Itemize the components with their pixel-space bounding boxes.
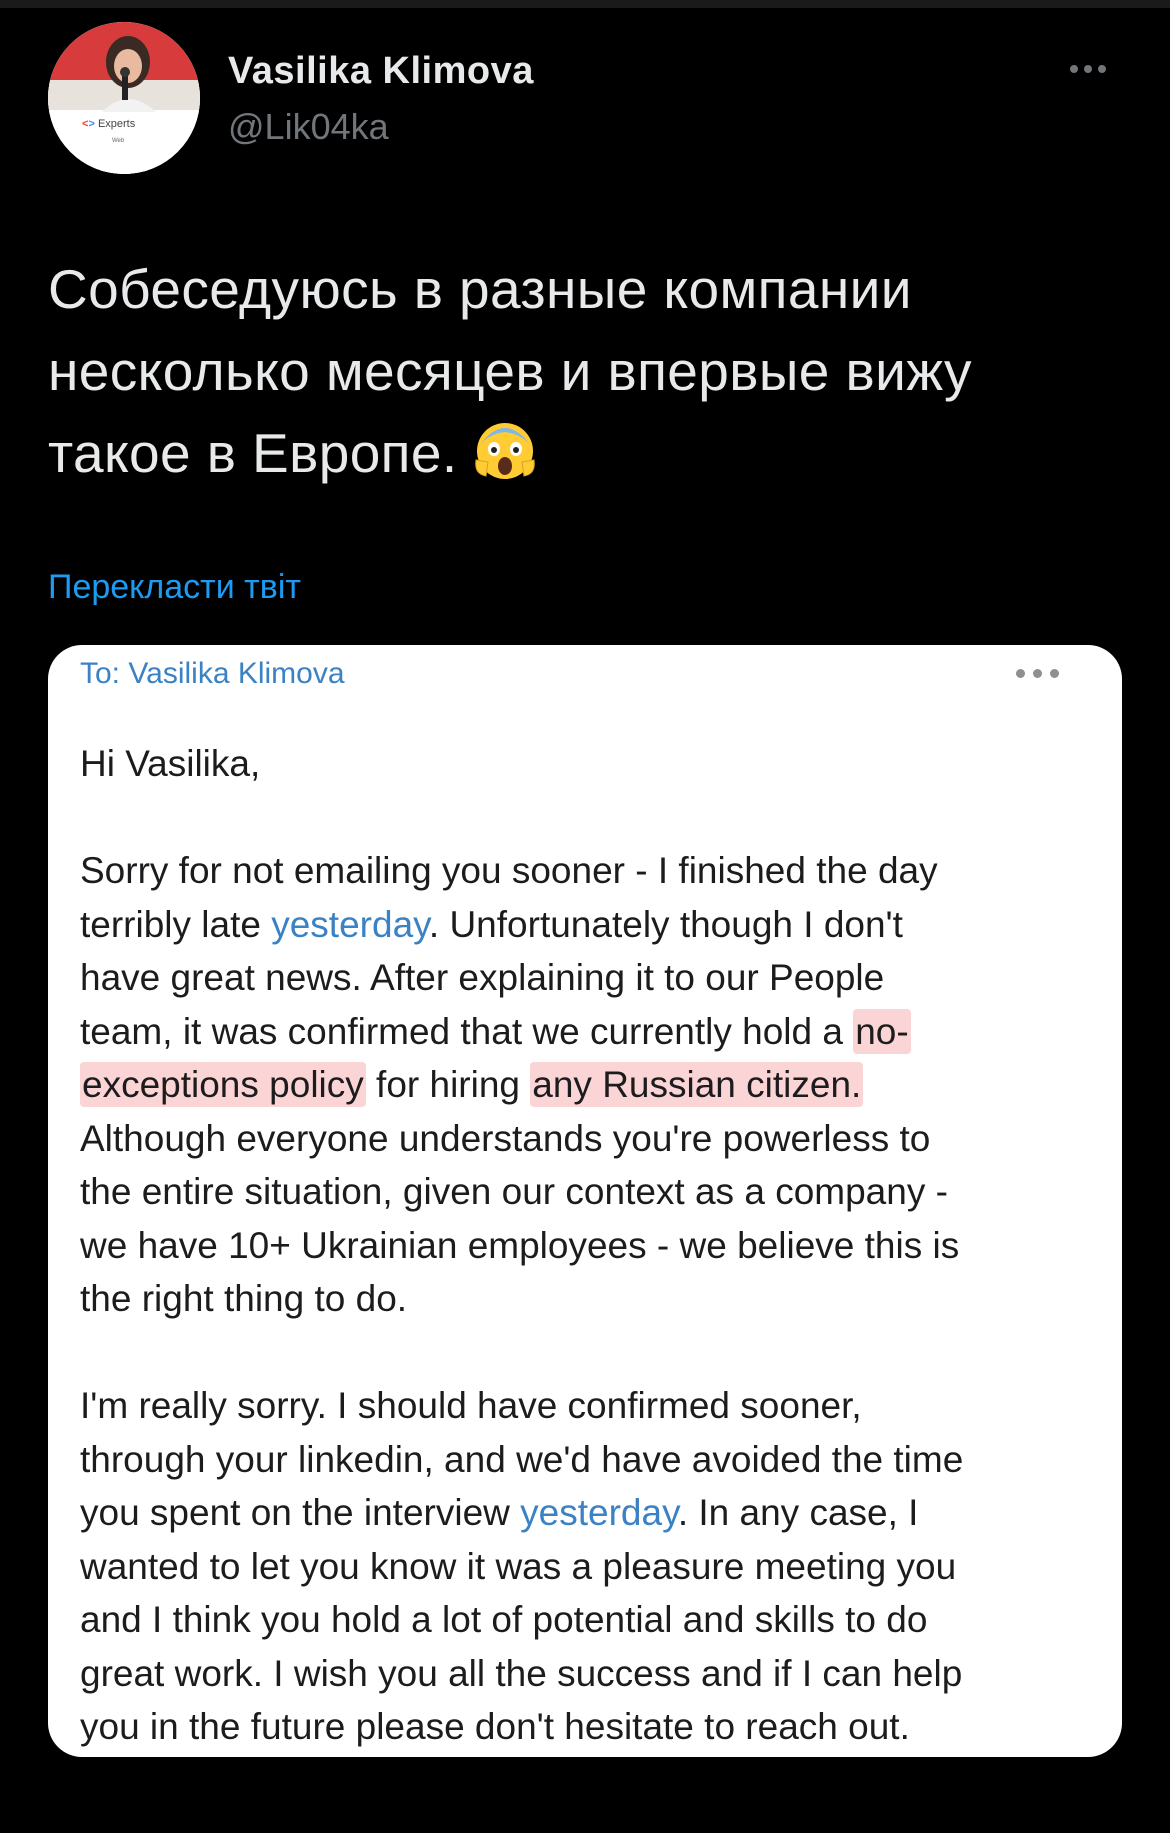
translate-tweet-link[interactable]: Перекласти твіт xyxy=(48,568,301,607)
avatar-badge: <> Experts xyxy=(82,118,136,130)
email-line: wanted to let you know it was a pleasure… xyxy=(80,1545,957,1587)
email-line: the entire situation, given our context … xyxy=(80,1171,948,1212)
top-edge xyxy=(0,0,1170,8)
date-link: yesterday xyxy=(520,1492,678,1533)
more-options-icon[interactable] xyxy=(1070,60,1120,84)
email-to-line: To: Vasilika Klimova xyxy=(80,657,345,690)
highlight-no-exceptions: no- xyxy=(853,1008,911,1054)
email-line: we have 10+ Ukrainian employees - we bel… xyxy=(80,1224,960,1266)
tweet-text-line: несколько месяцев и впервые вижу xyxy=(48,340,972,402)
email-line: through your linkedin, and we'd have avo… xyxy=(80,1438,964,1480)
author-avatar[interactable]: <> Experts Web xyxy=(48,22,200,174)
author-name[interactable]: Vasilika Klimova xyxy=(228,50,534,93)
email-line: you in the future please don't hesitate … xyxy=(80,1706,910,1747)
highlight-no-exceptions-policy: exceptions policy xyxy=(80,1062,366,1107)
avatar-badge-sub: Web xyxy=(112,138,125,144)
email-line: the right thing to do. xyxy=(80,1278,408,1319)
email-line: terribly late yesterday. Unfortunately t… xyxy=(80,903,903,945)
email-line: team, it was confirmed that we currently… xyxy=(80,1008,911,1054)
face-screaming-in-fear-icon xyxy=(474,423,535,479)
attached-email-image[interactable]: To: Vasilika Klimova Hi Vasilika, Sorry … xyxy=(48,645,1122,1757)
highlight-russian-citizen: any Russian citizen. xyxy=(530,1062,864,1107)
email-line: and I think you hold a lot of potential … xyxy=(80,1599,928,1640)
tweet-text: Собеседуюсь в разные компании несколько … xyxy=(48,248,1138,494)
tweet-text-line: такое в Европе. xyxy=(48,412,1138,494)
email-line: you spent on the interview yesterday. In… xyxy=(80,1492,919,1533)
avatar-image xyxy=(48,22,200,174)
email-line: Although everyone understands you're pow… xyxy=(80,1117,931,1159)
tweet-text-line: Собеседуюсь в разные компании xyxy=(48,258,912,320)
email-line: Sorry for not emailing you sooner - I fi… xyxy=(80,850,938,891)
email-more-icon xyxy=(1016,665,1076,683)
email-line: exceptions policy for hiring any Russian… xyxy=(80,1062,864,1107)
email-line: have great news. After explaining it to … xyxy=(80,957,885,998)
email-line: I'm really sorry. I should have confirme… xyxy=(80,1385,862,1426)
email-line: great work. I wish you all the success a… xyxy=(80,1652,963,1694)
email-greeting: Hi Vasilika, xyxy=(80,743,261,784)
date-link: yesterday xyxy=(271,903,429,945)
email-body: Hi Vasilika, Sorry for not emailing you … xyxy=(80,737,1100,1754)
author-handle[interactable]: @Lik04ka xyxy=(228,106,389,148)
